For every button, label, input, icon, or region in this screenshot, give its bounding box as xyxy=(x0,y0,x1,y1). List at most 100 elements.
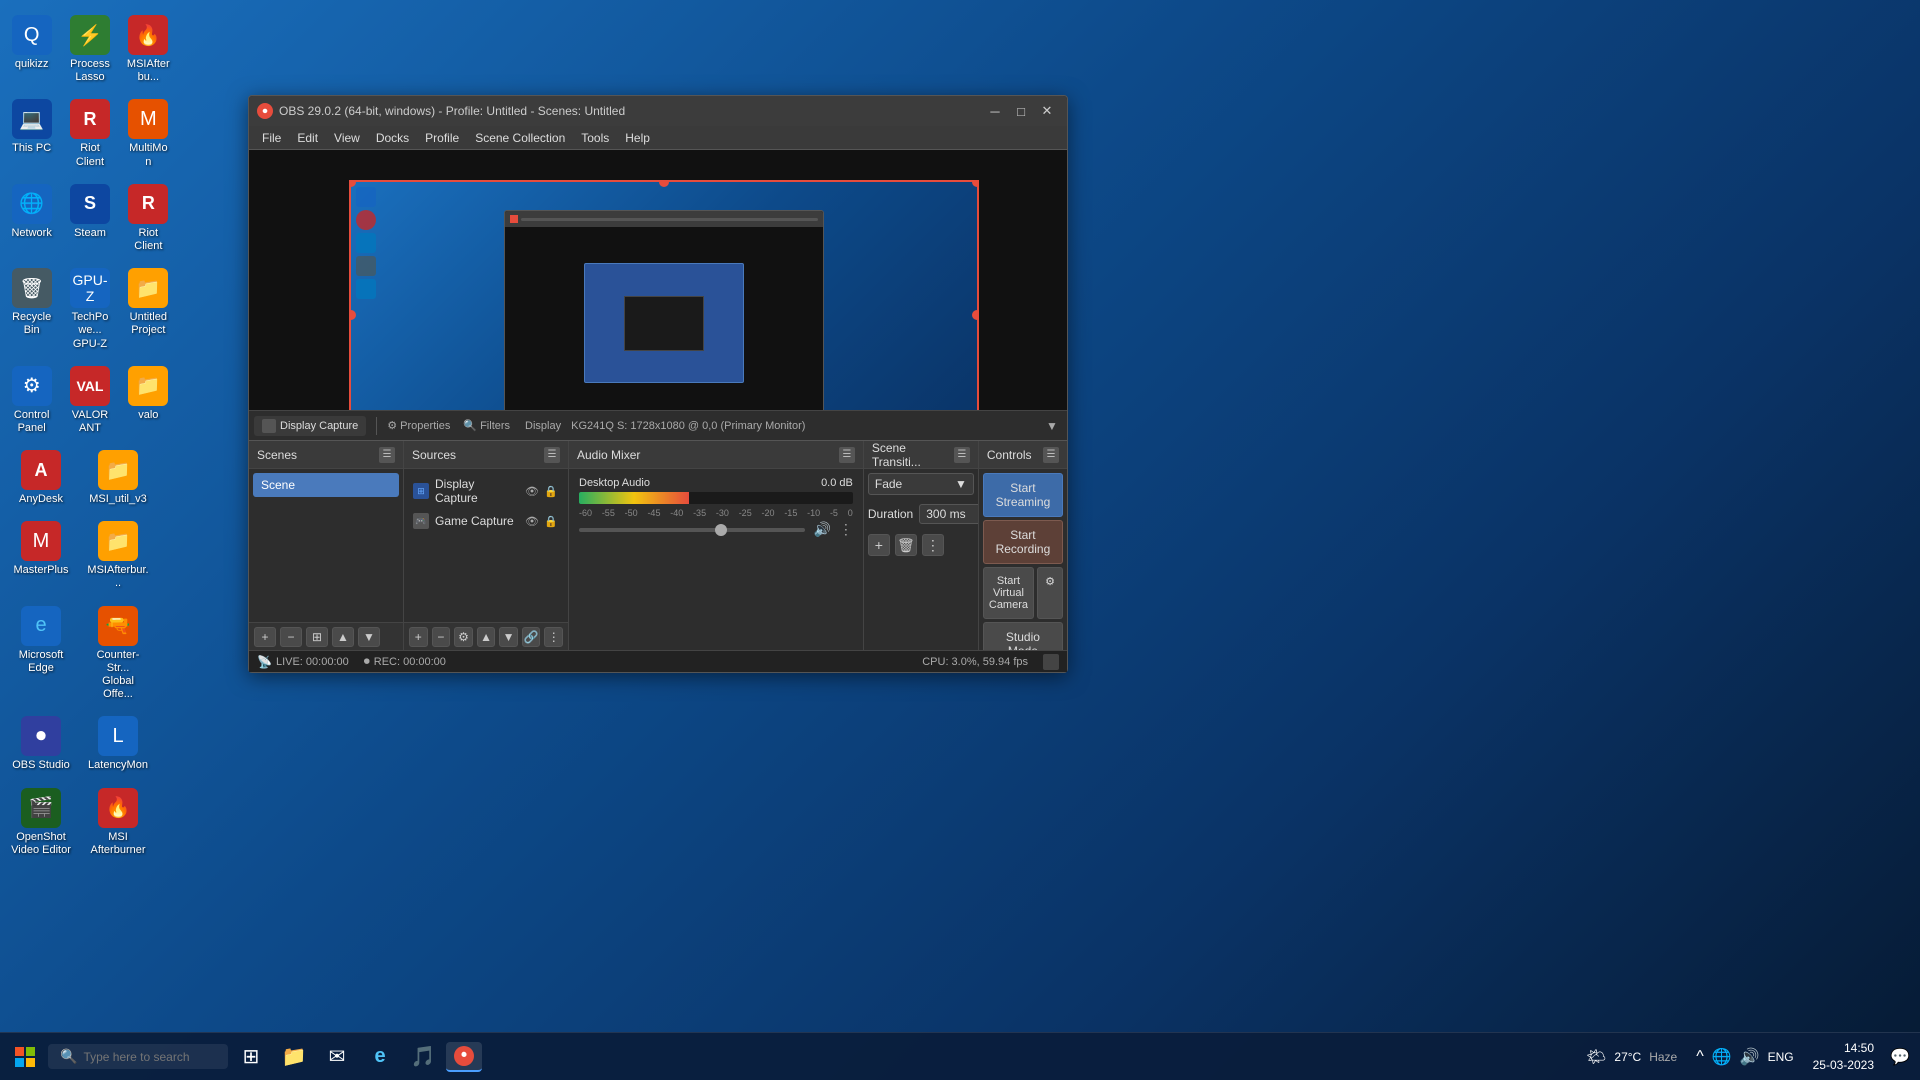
preview-properties-btn[interactable]: ⚙ Properties xyxy=(387,419,450,432)
duration-input[interactable] xyxy=(919,504,978,524)
desktop-icon-riot-client2[interactable]: R Riot Client xyxy=(122,179,175,258)
scenes-panel-menu-btn[interactable]: ☰ xyxy=(379,447,395,463)
maximize-button[interactable]: □ xyxy=(1009,101,1033,121)
desktop-icon-csgo[interactable]: 🔫 Counter-Str...Global Offe... xyxy=(82,601,154,707)
start-button[interactable] xyxy=(5,1037,45,1077)
desktop-icon-control-panel[interactable]: ⚙ ControlPanel xyxy=(5,361,58,440)
desktop-icon-recycle-bin[interactable]: 🗑 Recycle Bin xyxy=(5,263,58,356)
audio-panel-menu-btn[interactable]: ☰ xyxy=(839,447,855,463)
desktop-icon-network[interactable]: 🌐 Network xyxy=(5,179,58,258)
desktop-icon-multimon[interactable]: M MultiMon xyxy=(122,94,175,173)
resize-right-center[interactable] xyxy=(972,310,979,320)
desktop-icon-techpowerup[interactable]: GPU-Z TechPowe...GPU-Z xyxy=(63,263,116,356)
start-streaming-button[interactable]: Start Streaming xyxy=(983,473,1063,517)
scenes-configure-btn[interactable]: ⊞ xyxy=(306,627,328,647)
menu-profile[interactable]: Profile xyxy=(417,129,467,147)
menu-file[interactable]: File xyxy=(254,129,289,147)
source-game-eye-btn[interactable]: 👁 xyxy=(524,513,540,529)
preview-tab-display-capture[interactable]: Display Capture xyxy=(254,416,366,436)
sources-down-btn[interactable]: ▼ xyxy=(499,627,518,647)
scenes-add-btn[interactable]: + xyxy=(254,627,276,647)
desktop-icon-msiafterburner2[interactable]: 📁 MSIAfterbur... xyxy=(82,516,154,595)
mail-button[interactable]: ✉ xyxy=(317,1037,357,1077)
menu-scene-collection[interactable]: Scene Collection xyxy=(467,129,573,147)
obs-window: ⏺ OBS 29.0.2 (64-bit, windows) - Profile… xyxy=(248,95,1068,673)
source-display-lock-btn[interactable]: 🔒 xyxy=(543,483,559,499)
search-input[interactable] xyxy=(83,1050,216,1064)
sources-link-btn[interactable]: 🔗 xyxy=(522,627,541,647)
transition-add-btn[interactable]: + xyxy=(868,534,890,556)
studio-mode-button[interactable]: Studio Mode xyxy=(983,622,1063,650)
audio-desktop-header: Desktop Audio 0.0 dB xyxy=(579,477,853,489)
start-virtual-camera-button[interactable]: Start Virtual Camera xyxy=(983,567,1034,619)
source-item-display-capture[interactable]: ⊞ Display Capture 👁 🔒 xyxy=(408,473,564,509)
scenes-remove-btn[interactable]: − xyxy=(280,627,302,647)
desktop-icon-obs-studio[interactable]: ⏺ OBS Studio xyxy=(5,711,77,777)
taskbar-search[interactable]: 🔍 xyxy=(48,1044,228,1069)
desktop-icon-quikizz[interactable]: Q quikizz xyxy=(5,10,58,89)
menu-view[interactable]: View xyxy=(326,129,368,147)
audio-desktop-mute-btn[interactable]: 🔊 xyxy=(813,521,830,538)
sources-remove-btn[interactable]: − xyxy=(432,627,451,647)
desktop-icon-latencymon[interactable]: L LatencyMon xyxy=(82,711,154,777)
scene-item-scene[interactable]: Scene xyxy=(253,473,399,497)
sources-panel-menu-btn[interactable]: ☰ xyxy=(544,447,560,463)
desktop-icon-riot-client[interactable]: R Riot Client xyxy=(63,94,116,173)
audio-desktop-menu-btn[interactable]: ⋮ xyxy=(839,521,853,538)
desktop-icon-untitled-project[interactable]: 📁 UntitledProject xyxy=(122,263,175,356)
desktop-icon-steam[interactable]: S Steam xyxy=(63,179,116,258)
transition-select[interactable]: Fade ▼ xyxy=(868,473,974,495)
desktop-icon-anydesk[interactable]: A AnyDesk xyxy=(5,445,77,511)
desktop-icon-msi-util[interactable]: 📁 MSI_util_v3 xyxy=(82,445,154,511)
notification-button[interactable]: 💬 xyxy=(1885,1037,1915,1077)
desktop-icon-msi-afterburner3[interactable]: 🔥 MSIAfterburner xyxy=(82,783,154,862)
pinned-app-button[interactable]: 🎵 xyxy=(403,1037,443,1077)
sources-add-btn[interactable]: + xyxy=(409,627,428,647)
network-tray-icon[interactable]: 🌐 xyxy=(1712,1047,1732,1067)
status-expand-btn[interactable] xyxy=(1043,654,1059,670)
sources-settings-btn[interactable]: ⚙ xyxy=(454,627,473,647)
desktop-icon-valorant[interactable]: VAL VALORANT xyxy=(63,361,116,440)
riot-client2-icon: R xyxy=(128,184,168,224)
preview-bottom-bar: Display Capture ⚙ Properties 🔍 Filters D… xyxy=(249,410,1067,440)
source-game-lock-btn[interactable]: 🔒 xyxy=(543,513,559,529)
audio-desktop-slider[interactable] xyxy=(579,528,805,532)
preview-filters-btn[interactable]: 🔍 Filters xyxy=(463,419,510,432)
tick-55: -55 xyxy=(602,508,615,518)
sources-more-btn[interactable]: ⋮ xyxy=(544,627,563,647)
desktop-icon-valo[interactable]: 📁 valo xyxy=(122,361,175,440)
file-explorer-button[interactable]: 📁 xyxy=(274,1037,314,1077)
desktop-icon-masterplus[interactable]: M MasterPlus xyxy=(5,516,77,595)
desktop-icon-process-lasso[interactable]: ⚡ Process Lasso xyxy=(63,10,116,89)
controls-panel-menu-btn[interactable]: ☰ xyxy=(1043,447,1059,463)
sources-up-btn[interactable]: ▲ xyxy=(477,627,496,647)
volume-tray-icon[interactable]: 🔊 xyxy=(1740,1047,1760,1067)
scenes-down-btn[interactable]: ▼ xyxy=(358,627,380,647)
resize-top-right[interactable] xyxy=(972,180,979,187)
close-button[interactable]: ✕ xyxy=(1035,101,1059,121)
source-item-game-capture[interactable]: 🎮 Game Capture 👁 🔒 xyxy=(408,509,564,533)
menu-docks[interactable]: Docks xyxy=(368,129,417,147)
transition-more-btn[interactable]: ⋮ xyxy=(922,534,944,556)
menu-tools[interactable]: Tools xyxy=(573,129,617,147)
scenes-up-btn[interactable]: ▲ xyxy=(332,627,354,647)
task-view-button[interactable]: ⊞ xyxy=(231,1037,271,1077)
menu-edit[interactable]: Edit xyxy=(289,129,326,147)
edge-button[interactable]: e xyxy=(360,1037,400,1077)
menu-help[interactable]: Help xyxy=(617,129,658,147)
desktop-icon-msi-afterburner[interactable]: 🔥 MSIAfterbu... xyxy=(122,10,175,89)
desktop-icon-openshot[interactable]: 🎬 OpenShotVideo Editor xyxy=(5,783,77,862)
transition-remove-btn[interactable]: 🗑 xyxy=(895,534,917,556)
obs-taskbar-button[interactable]: ⏺ xyxy=(446,1042,482,1072)
minimize-button[interactable]: ─ xyxy=(983,101,1007,121)
mini-tb-icon xyxy=(510,215,518,223)
start-recording-button[interactable]: Start Recording xyxy=(983,520,1063,564)
virtual-camera-settings-btn[interactable]: ⚙ xyxy=(1037,567,1063,619)
transitions-panel-menu-btn[interactable]: ☰ xyxy=(954,447,970,463)
preview-dropdown-btn[interactable]: ▼ xyxy=(1042,416,1062,436)
desktop-icon-this-pc[interactable]: 💻 This PC xyxy=(5,94,58,173)
source-display-eye-btn[interactable]: 👁 xyxy=(524,483,540,499)
desktop-icon-ms-edge[interactable]: e MicrosoftEdge xyxy=(5,601,77,707)
hidden-icons-btn[interactable]: ^ xyxy=(1696,1048,1704,1066)
taskbar-clock[interactable]: 14:50 25-03-2023 xyxy=(1805,1040,1882,1074)
